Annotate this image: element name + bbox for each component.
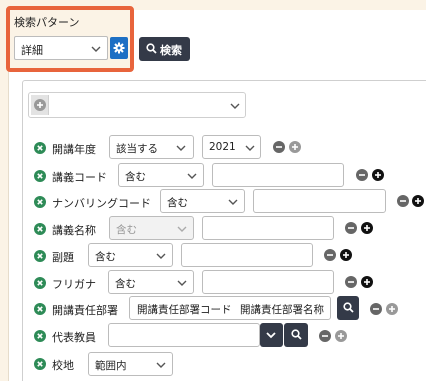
plus-icon[interactable]: [340, 249, 352, 261]
year-value: 2021: [209, 141, 236, 153]
minus-icon[interactable]: [397, 195, 409, 207]
remove-condition-icon[interactable]: [34, 330, 46, 342]
department-name-label: 開講責任部署名称: [240, 304, 324, 316]
search-pattern-label: 検索パターン: [14, 16, 80, 29]
minus-icon[interactable]: [319, 330, 331, 342]
chevron-down-icon: [187, 173, 197, 179]
remove-condition-icon[interactable]: [34, 170, 46, 182]
chevron-down-icon: [230, 103, 240, 109]
campus-value: 範囲内: [95, 360, 127, 372]
minus-icon[interactable]: [356, 169, 368, 181]
remove-condition-icon[interactable]: [34, 196, 46, 208]
condition-operator-select[interactable]: 含む: [118, 163, 204, 187]
condition-text-input[interactable]: [181, 243, 313, 267]
minus-icon[interactable]: [345, 276, 357, 288]
chevron-down-icon: [245, 145, 255, 151]
add-condition-select[interactable]: [28, 92, 246, 118]
condition-text-input[interactable]: [212, 163, 344, 187]
search-icon: [146, 43, 157, 54]
condition-text-input[interactable]: [253, 189, 386, 213]
plus-icon[interactable]: [412, 195, 424, 207]
instructor-dropdown-button[interactable]: [260, 323, 283, 347]
plus-icon[interactable]: [335, 330, 347, 342]
condition-text-input[interactable]: [202, 216, 334, 240]
plus-icon[interactable]: [289, 141, 301, 153]
gear-icon: [113, 42, 125, 54]
add-condition-plus: [31, 95, 49, 115]
chevron-down-icon: [177, 280, 187, 286]
plus-icon[interactable]: [386, 303, 398, 315]
remove-condition-icon[interactable]: [34, 303, 46, 315]
campus-select[interactable]: 範囲内: [88, 352, 173, 376]
remove-condition-icon[interactable]: [34, 250, 46, 262]
remove-condition-icon[interactable]: [34, 223, 46, 235]
condition-label: フリガナ: [52, 278, 96, 291]
condition-operator-value: 含む: [115, 278, 136, 290]
condition-label: 開講責任部署: [52, 304, 118, 317]
year-select[interactable]: 2021: [202, 135, 261, 159]
search-pattern-value: 詳細: [21, 44, 43, 57]
condition-operator-select[interactable]: 含む: [88, 243, 173, 267]
chevron-down-icon: [91, 46, 101, 52]
instructor-search-button[interactable]: [284, 323, 308, 347]
remove-condition-icon[interactable]: [34, 142, 46, 154]
search-button-label: 検索: [160, 44, 182, 57]
minus-icon[interactable]: [324, 249, 336, 261]
instructor-input[interactable]: [108, 323, 260, 347]
search-button[interactable]: 検索: [139, 37, 190, 61]
condition-label: 副題: [52, 251, 74, 264]
plus-icon: [34, 99, 46, 111]
search-pattern-select[interactable]: 詳細: [14, 36, 108, 60]
condition-text-input[interactable]: [202, 270, 334, 294]
condition-label: 講義コード: [52, 171, 107, 184]
chevron-down-icon: [156, 253, 166, 259]
remove-condition-icon[interactable]: [34, 358, 46, 370]
chevron-down-icon: [177, 226, 187, 232]
chevron-down-icon: [228, 199, 238, 205]
chevron-down-icon: [266, 332, 276, 339]
condition-label: 講義名称: [52, 224, 96, 237]
condition-operator-select: 含む: [109, 216, 194, 240]
condition-operator-select[interactable]: 含む: [108, 270, 194, 294]
plus-icon[interactable]: [361, 276, 373, 288]
chevron-down-icon: [176, 145, 186, 151]
remove-condition-icon[interactable]: [34, 277, 46, 289]
plus-icon[interactable]: [361, 222, 373, 234]
minus-icon[interactable]: [273, 141, 285, 153]
department-display: 開講責任部署コード 開講責任部署名称: [129, 296, 331, 320]
search-icon: [291, 329, 302, 340]
chevron-down-icon: [156, 362, 166, 368]
minus-icon[interactable]: [345, 222, 357, 234]
condition-label: 開講年度: [52, 143, 96, 156]
condition-label: 校地: [52, 359, 74, 372]
search-icon: [343, 302, 354, 313]
department-code-label: 開講責任部署コード: [137, 304, 232, 316]
search-pattern-settings-button[interactable]: [110, 37, 128, 59]
condition-label: 代表教員: [52, 331, 96, 344]
condition-operator-value: 含む: [116, 224, 137, 236]
condition-operator-value: 含む: [95, 251, 116, 263]
condition-operator-select[interactable]: 含む: [160, 189, 245, 213]
department-search-button[interactable]: [337, 296, 359, 320]
plus-icon[interactable]: [372, 169, 384, 181]
condition-operator-value: 含む: [125, 171, 146, 183]
condition-operator-value: 該当する: [116, 143, 158, 155]
condition-label: ナンバリングコード: [52, 197, 151, 210]
condition-operator-select[interactable]: 該当する: [109, 135, 194, 159]
condition-operator-value: 含む: [167, 197, 188, 209]
minus-icon[interactable]: [370, 303, 382, 315]
